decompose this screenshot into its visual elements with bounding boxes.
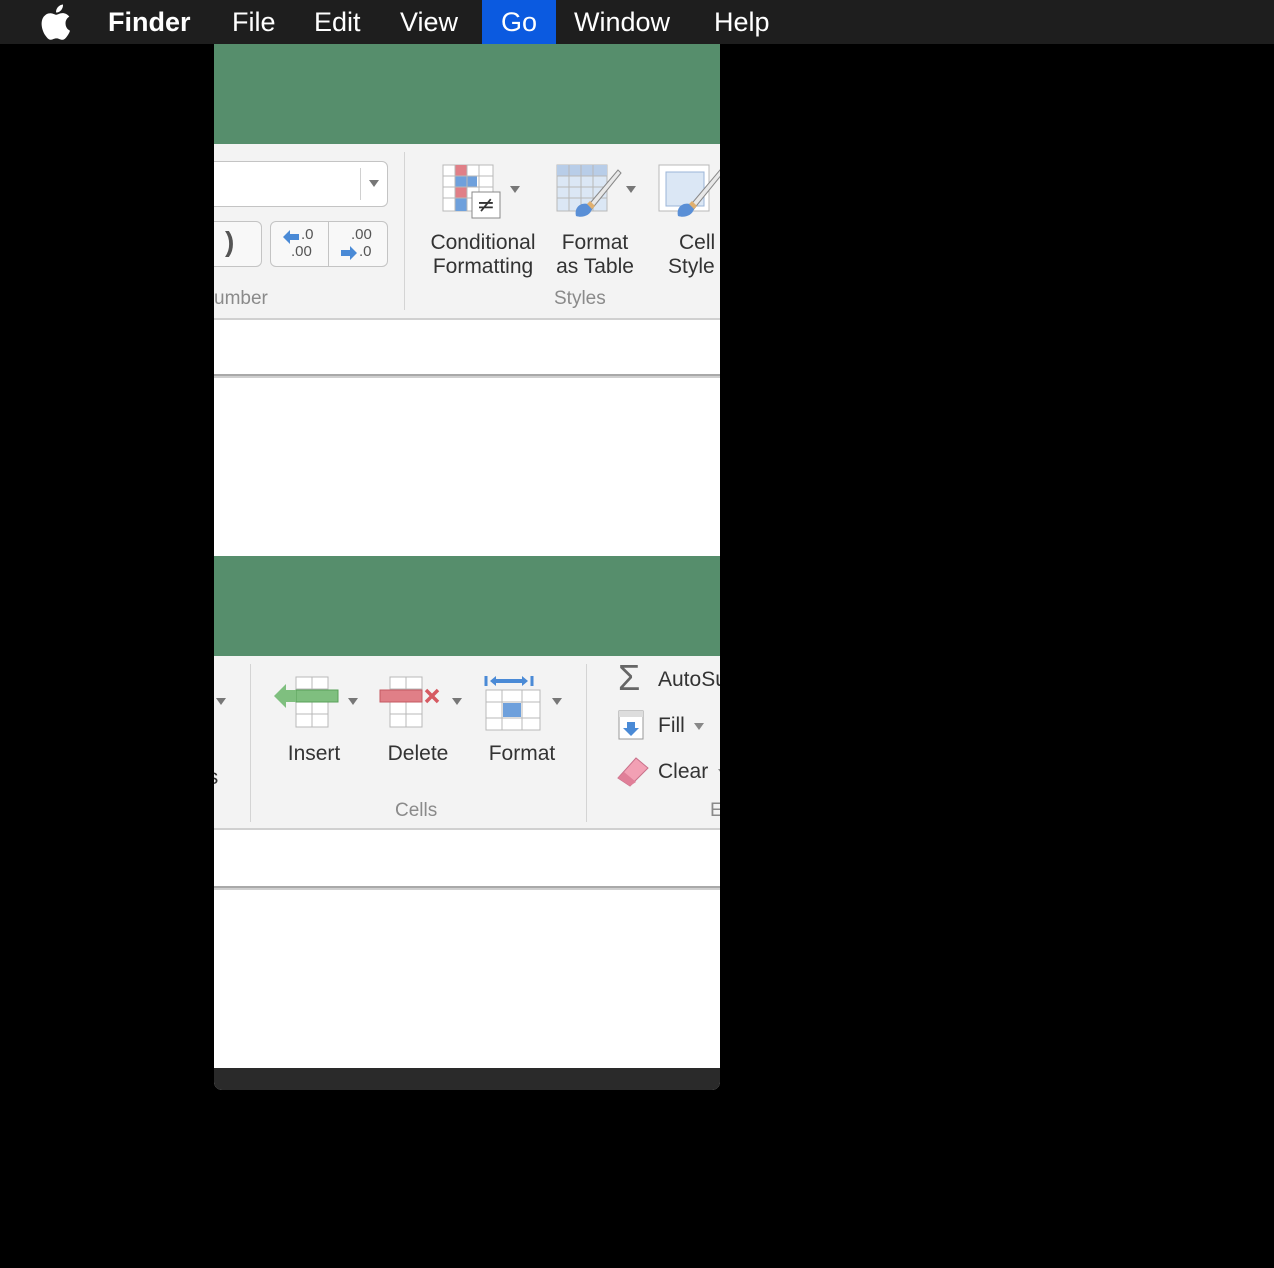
combo-divider bbox=[360, 168, 361, 200]
label-line-2: Formatting bbox=[432, 255, 534, 278]
chevron-down-icon bbox=[510, 186, 520, 193]
excel-window-bottom: s Insert bbox=[214, 556, 720, 1090]
window-bottom-bar bbox=[214, 1068, 720, 1090]
ribbon-title-bar bbox=[214, 556, 720, 656]
insert-cells-icon bbox=[274, 676, 339, 728]
decimal-top-text: .00 bbox=[351, 226, 372, 243]
editing-group-label: E bbox=[710, 800, 720, 821]
not-equal-glyph: ≠ bbox=[477, 193, 495, 218]
formula-bar-area[interactable] bbox=[214, 320, 720, 374]
group-separator bbox=[586, 664, 587, 822]
conditional-formatting-label: Conditional Formatting bbox=[420, 231, 546, 279]
paren-glyph: ) bbox=[225, 226, 235, 257]
menu-help[interactable]: Help bbox=[714, 0, 770, 44]
chevron-down-icon[interactable] bbox=[216, 698, 226, 705]
autosum-label: AutoSu bbox=[658, 668, 720, 691]
format-label: Format bbox=[488, 742, 556, 765]
chevron-down-icon bbox=[348, 698, 358, 705]
partial-label: s bbox=[214, 766, 220, 790]
label-line-2: as Table bbox=[556, 255, 634, 278]
divider bbox=[214, 374, 720, 378]
fill-button[interactable]: Fill bbox=[614, 708, 714, 744]
eraser-icon bbox=[617, 757, 649, 787]
formula-bar-area[interactable] bbox=[214, 832, 720, 886]
number-format-combo[interactable] bbox=[214, 161, 388, 207]
menu-finder[interactable]: Finder bbox=[108, 0, 191, 44]
group-separator bbox=[250, 664, 251, 822]
format-cells-icon bbox=[484, 676, 541, 731]
cell-styles-button[interactable]: Cell Style bbox=[656, 156, 720, 286]
decimal-bottom-text: .00 bbox=[291, 243, 312, 260]
menu-file[interactable]: File bbox=[232, 0, 276, 44]
cell-styles-label: Cell Style bbox=[666, 231, 720, 279]
label-line-1: Cell bbox=[679, 231, 716, 254]
chevron-down-icon bbox=[694, 723, 704, 730]
clear-label: Clear bbox=[658, 760, 709, 783]
comma-style-button[interactable]: ) bbox=[214, 221, 262, 267]
menu-window[interactable]: Window bbox=[574, 0, 670, 44]
delete-label: Delete bbox=[387, 742, 449, 765]
ribbon-title-bar bbox=[214, 44, 720, 144]
label-line-2: Style bbox=[668, 255, 715, 278]
format-as-table-label: Format as Table bbox=[548, 231, 642, 279]
chevron-down-icon bbox=[452, 698, 462, 705]
conditional-formatting-icon: ≠ bbox=[442, 164, 501, 219]
menu-go[interactable]: Go bbox=[482, 0, 556, 44]
menu-view[interactable]: View bbox=[400, 0, 458, 44]
arrow-right-icon bbox=[341, 246, 357, 260]
insert-label: Insert bbox=[287, 742, 341, 765]
sigma-icon: Σ bbox=[618, 657, 641, 698]
format-as-table-icon bbox=[556, 164, 622, 217]
styles-group-label: Styles bbox=[554, 288, 606, 309]
fill-label: Fill bbox=[658, 714, 685, 737]
format-as-table-button[interactable]: Format as Table bbox=[548, 156, 642, 286]
label-line-1: Conditional bbox=[430, 231, 536, 254]
menu-bar: Finder File Edit View Go Window Help bbox=[0, 0, 1274, 44]
divider bbox=[214, 886, 720, 890]
home-ribbon: ) .0 .00 .00 .0 umber ≠ Conditional Form… bbox=[214, 144, 720, 320]
delete-cells-icon bbox=[379, 676, 440, 728]
chevron-down-icon bbox=[552, 698, 562, 705]
label-line-1: Format bbox=[561, 231, 629, 254]
fill-down-icon bbox=[618, 710, 644, 740]
decimal-buttons: .0 .00 .00 .0 bbox=[270, 221, 388, 267]
clear-button[interactable]: Clear bbox=[614, 754, 720, 790]
decimal-bottom-text: .0 bbox=[359, 243, 372, 260]
chevron-down-icon bbox=[626, 186, 636, 193]
increase-decimal-button[interactable]: .0 .00 bbox=[271, 222, 328, 266]
excel-window-top: ) .0 .00 .00 .0 umber ≠ Conditional Form… bbox=[214, 44, 720, 556]
autosum-button[interactable]: Σ AutoSu bbox=[614, 658, 720, 698]
decrease-decimal-button[interactable]: .00 .0 bbox=[329, 222, 386, 266]
number-group-label: umber bbox=[214, 288, 268, 309]
chevron-down-icon bbox=[718, 769, 720, 776]
decimal-top-text: .0 bbox=[301, 226, 314, 243]
cell-styles-icon bbox=[658, 164, 720, 217]
group-separator bbox=[404, 152, 405, 310]
chevron-down-icon bbox=[369, 180, 379, 187]
home-ribbon: s Insert bbox=[214, 656, 720, 830]
menu-edit[interactable]: Edit bbox=[314, 0, 361, 44]
apple-logo-icon[interactable] bbox=[38, 4, 72, 40]
cells-group-label: Cells bbox=[395, 800, 438, 821]
arrow-left-icon bbox=[283, 230, 299, 244]
conditional-formatting-button[interactable]: ≠ Conditional Formatting bbox=[420, 156, 546, 286]
